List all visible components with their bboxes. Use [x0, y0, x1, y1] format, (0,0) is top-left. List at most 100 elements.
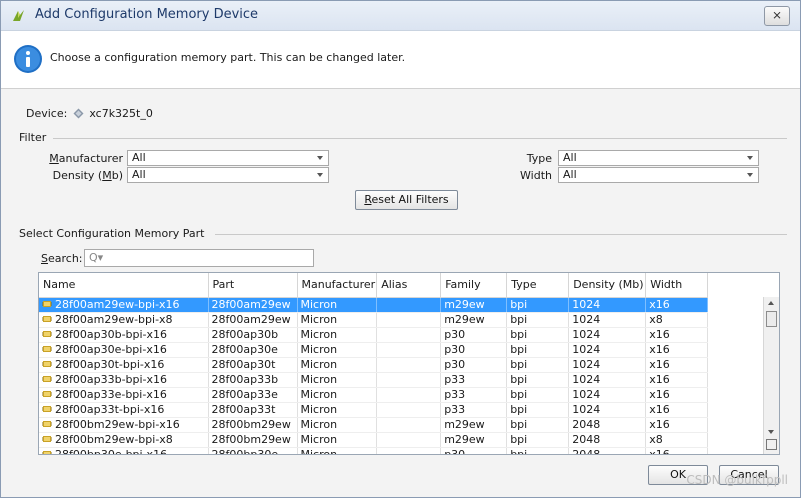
table-cell: Micron — [297, 387, 378, 403]
table-cell: Micron — [297, 447, 378, 454]
close-button[interactable]: ⨯ — [764, 6, 790, 26]
table-cell: Micron — [297, 417, 378, 433]
scroll-down-icon[interactable] — [768, 430, 774, 434]
density-select[interactable]: All — [127, 167, 329, 183]
table-cell: 28f00ap30b-bpi-x16 — [39, 327, 209, 343]
select-part-divider — [215, 234, 787, 235]
table-cell — [376, 402, 442, 418]
table-cell: 1024 — [568, 357, 647, 373]
table-cell: x16 — [645, 417, 709, 433]
table-row[interactable]: 28f00ap30t-bpi-x16 28f00ap30t Micron p30 bpi… — [39, 357, 709, 373]
table-cell: 1024 — [568, 402, 647, 418]
dialog-window: Add Configuration Memory Device ⨯ Choose… — [0, 0, 801, 498]
reset-filters-button[interactable]: Reset All Filters — [355, 190, 458, 210]
table-cell: p33 — [440, 372, 508, 388]
width-select[interactable]: All — [558, 167, 759, 183]
table-cell: x16 — [645, 357, 709, 373]
manufacturer-select[interactable]: All — [127, 150, 329, 166]
column-header[interactable]: Family — [440, 273, 508, 298]
table-cell: x16 — [645, 372, 709, 388]
table-cell: x8 — [645, 312, 709, 328]
filter-group-label: Filter — [19, 131, 47, 144]
table-cell: bpi — [506, 357, 570, 373]
column-header[interactable]: Type — [506, 273, 570, 298]
table-cell: bpi — [506, 432, 570, 448]
table-cell: 28f00bp30e-bpi-x16 — [39, 447, 209, 454]
table-cell — [376, 432, 442, 448]
device-row: Device: xc7k325t_0 — [26, 107, 153, 122]
type-select[interactable]: All — [558, 150, 759, 166]
table-cell: m29ew — [440, 432, 508, 448]
memory-part-icon — [42, 359, 52, 372]
table-row[interactable]: 28f00ap33b-bpi-x16 28f00ap33b Micron p33 bpi… — [39, 372, 709, 388]
memory-part-icon — [42, 299, 52, 312]
table-cell: m29ew — [440, 312, 508, 328]
table-cell: 28f00am29ew — [208, 312, 298, 328]
memory-part-icon — [42, 434, 52, 447]
memory-part-icon — [42, 314, 52, 327]
table-cell: 2048 — [568, 432, 647, 448]
table-cell: 28f00am29ew — [208, 297, 298, 313]
device-value: xc7k325t_0 — [89, 107, 153, 120]
memory-part-icon — [42, 329, 52, 342]
table-row[interactable]: 28f00am29ew-bpi-x16 28f00am29ew Micron m29e… — [39, 297, 709, 313]
table-row[interactable]: 28f00bm29ew-bpi-x8 28f00bm29ew Micron m29ew… — [39, 432, 709, 448]
search-input[interactable]: Q▾ — [84, 249, 314, 267]
table-cell: 1024 — [568, 312, 647, 328]
table-row[interactable]: 28f00ap30b-bpi-x16 28f00ap30b Micron p30 bpi… — [39, 327, 709, 343]
chevron-down-icon — [747, 173, 753, 177]
type-label: Type — [526, 152, 552, 165]
table-cell: x16 — [645, 402, 709, 418]
width-label: Width — [520, 169, 552, 182]
table-cell: 1024 — [568, 342, 647, 358]
watermark: CSDN @bulkfppll — [686, 473, 788, 487]
column-header[interactable]: Density (Mb) — [568, 273, 647, 298]
table-cell: 2048 — [568, 417, 647, 433]
table-cell — [376, 357, 442, 373]
table-cell: 28f00bm29ew — [208, 432, 298, 448]
table-cell: 28f00bp30e — [208, 447, 298, 454]
table-row[interactable]: 28f00am29ew-bpi-x8 28f00am29ew Micron m29ew… — [39, 312, 709, 328]
table-row[interactable]: 28f00ap33t-bpi-x16 28f00ap33t Micron p33 bpi… — [39, 402, 709, 418]
table-cell: bpi — [506, 402, 570, 418]
column-header[interactable]: Name — [39, 273, 209, 298]
device-label: Device: — [26, 107, 68, 120]
table-row[interactable]: 28f00ap33e-bpi-x16 28f00ap33e Micron p33 bpi… — [39, 387, 709, 403]
table-cell: 28f00ap33e — [208, 387, 298, 403]
column-header[interactable]: Width — [645, 273, 709, 298]
column-header[interactable]: Part — [208, 273, 298, 298]
table-cell: p33 — [440, 387, 508, 403]
table-cell — [376, 342, 442, 358]
table-cell: 28f00ap30t — [208, 357, 298, 373]
table-cell: bpi — [506, 372, 570, 388]
table-cell: bpi — [506, 312, 570, 328]
table-cell: 28f00ap30e-bpi-x16 — [39, 342, 209, 358]
info-banner: Choose a configuration memory part. This… — [1, 31, 800, 89]
table-cell: 1024 — [568, 327, 647, 343]
table-cell — [376, 372, 442, 388]
vertical-scrollbar[interactable] — [763, 297, 779, 454]
scrollbar-thumb[interactable] — [766, 311, 777, 327]
table-cell: 28f00ap30b — [208, 327, 298, 343]
column-header[interactable]: Alias — [376, 273, 442, 298]
table-cell: x16 — [645, 447, 709, 454]
table-cell: bpi — [506, 417, 570, 433]
column-header[interactable]: Manufacturer — [297, 273, 378, 298]
table-cell: 1024 — [568, 387, 647, 403]
table-cell — [376, 447, 442, 454]
table-cell: bpi — [506, 342, 570, 358]
table-cell: 28f00ap33e-bpi-x16 — [39, 387, 209, 403]
parts-table: Name Part Manufacturer Alias Family Type Densi… — [38, 272, 780, 455]
table-row[interactable]: 28f00bm29ew-bpi-x16 28f00bm29ew Micron m29e… — [39, 417, 709, 433]
table-row[interactable]: 28f00ap30e-bpi-x16 28f00ap30e Micron p30 bpi… — [39, 342, 709, 358]
table-cell: 1024 — [568, 372, 647, 388]
title-bar: Add Configuration Memory Device ⨯ — [1, 1, 800, 31]
info-icon — [13, 44, 43, 77]
density-label: Density (Mb) — [52, 169, 123, 182]
scroll-up-icon[interactable] — [768, 301, 774, 305]
table-row[interactable]: 28f00bp30e-bpi-x16 28f00bp30e Micron p30 bpi… — [39, 447, 709, 454]
table-cell: p30 — [440, 357, 508, 373]
table-cell: 1024 — [568, 297, 647, 313]
table-cell: 28f00am29ew-bpi-x8 — [39, 312, 209, 328]
table-cell: 28f00am29ew-bpi-x16 — [39, 297, 209, 313]
